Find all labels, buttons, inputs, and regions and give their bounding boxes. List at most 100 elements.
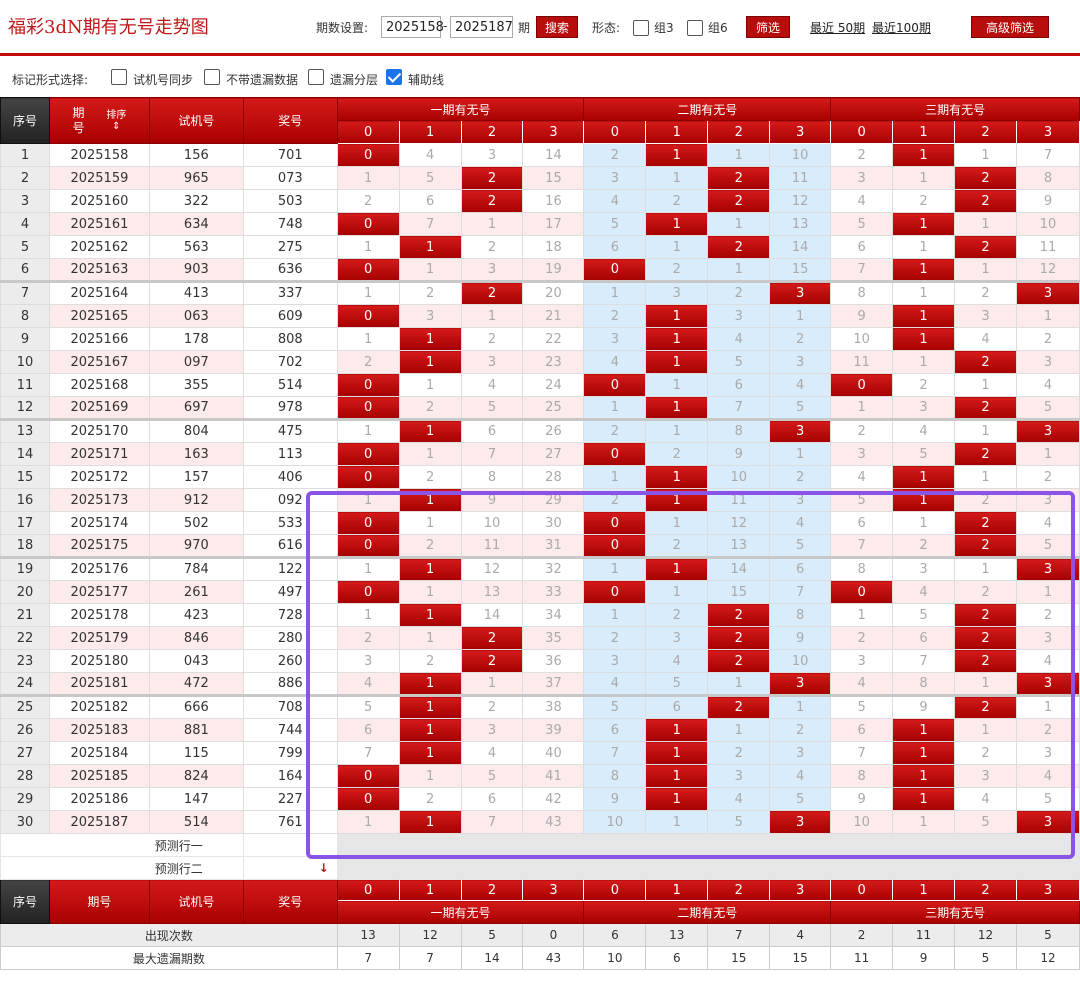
- prediction-cell[interactable]: [892, 833, 956, 857]
- guide-line-checkbox[interactable]: [386, 69, 402, 85]
- omit-cell: 1: [645, 235, 709, 259]
- prediction-cell[interactable]: [583, 856, 647, 880]
- omit-cell: 39: [522, 718, 585, 742]
- table-row: 14 2025171 163 113 0 1 7 27 0 2 9 1 3 5 2 1: [0, 442, 1080, 466]
- omit-cell: 23: [522, 350, 585, 374]
- omit-cell: 1: [769, 304, 832, 328]
- omit-layer-label: 遗漏分层: [330, 73, 379, 87]
- prediction-cell[interactable]: [336, 856, 400, 880]
- prediction-cell[interactable]: [707, 856, 771, 880]
- table-row: 16 2025173 912 092 1 1 9 29 2 1 11 3 5 1 2 3: [0, 488, 1080, 512]
- hit-cell: 2: [954, 442, 1017, 466]
- period-cell: 2025158: [48, 143, 150, 167]
- prize-number-cell: 275: [242, 235, 338, 259]
- omit-cell: 1: [707, 258, 771, 282]
- prediction-cell[interactable]: [460, 833, 524, 857]
- omit-cell: 9: [769, 626, 832, 650]
- prediction-cell[interactable]: [892, 856, 956, 880]
- seq-cell: 28: [0, 764, 50, 788]
- down-arrow-icon[interactable]: ↓: [319, 861, 329, 875]
- recent-100-link[interactable]: 最近100期: [872, 19, 931, 36]
- omit-cell: 2: [645, 603, 709, 627]
- prediction-cell[interactable]: [1015, 856, 1080, 880]
- omit-cell: 5: [583, 212, 647, 236]
- omit-cell: 9: [460, 488, 524, 512]
- omit-cell: 5: [892, 603, 956, 627]
- group6-label: 组6: [708, 21, 728, 35]
- top-toolbar: 福彩3dN期有无号走势图 期数设置: 2025158 - 2025187 期 搜…: [0, 0, 1080, 56]
- prize-number-cell: 799: [242, 741, 338, 765]
- table-row: 4 2025161 634 748 0 7 1 17 5 1 1 13 5 1 1 10: [0, 212, 1080, 236]
- hit-cell: 3: [1015, 810, 1080, 834]
- omit-cell: 3: [707, 764, 771, 788]
- omit-cell: 33: [522, 580, 585, 604]
- hit-cell: 2: [954, 350, 1017, 374]
- stats-value: 12: [954, 923, 1017, 947]
- omit-cell: 5: [1015, 787, 1080, 811]
- prediction-cell[interactable]: [336, 833, 400, 857]
- filter-button[interactable]: 筛选: [746, 16, 790, 38]
- omit-cell: 40: [522, 741, 585, 765]
- digit-header: 3: [522, 879, 585, 901]
- prediction-cell[interactable]: [769, 856, 832, 880]
- digit-header: 0: [583, 879, 647, 901]
- omit-cell: 14: [522, 143, 585, 167]
- prediction-cell[interactable]: [830, 833, 894, 857]
- prediction-cell[interactable]: [645, 856, 709, 880]
- period-cell: 2025166: [48, 327, 150, 351]
- trial-number-cell: 666: [148, 694, 244, 719]
- group6-checkbox[interactable]: [687, 20, 703, 36]
- seq-cell: 12: [0, 396, 50, 420]
- table-row: 25 2025182 666 708 5 1 2 38 5 6 2 1 5 9 2 1: [0, 694, 1080, 719]
- omit-cell: 8: [583, 764, 647, 788]
- stats-row: 出现次数 13 12 5 0 6 13 7 4 2 11 12 5: [0, 923, 1080, 947]
- prediction-cell[interactable]: [954, 833, 1017, 857]
- prediction-cell[interactable]: [645, 833, 709, 857]
- recent-50-link[interactable]: 最近 50期: [810, 19, 865, 36]
- period-cell: 2025159: [48, 166, 150, 190]
- prediction-prize-cell[interactable]: ↓: [242, 856, 338, 880]
- period-cell: 2025171: [48, 442, 150, 466]
- hit-cell: 2: [460, 280, 524, 305]
- hit-cell: 0: [336, 511, 400, 535]
- prize-number-cell: 744: [242, 718, 338, 742]
- omit-cell: 35: [522, 626, 585, 650]
- period-cell: 2025175: [48, 534, 150, 558]
- prediction-cell[interactable]: [707, 833, 771, 857]
- omit-cell: 4: [398, 143, 462, 167]
- period-to-input[interactable]: 2025187: [450, 16, 513, 38]
- advanced-filter-button[interactable]: 高级筛选: [971, 16, 1049, 38]
- prediction-cell[interactable]: [954, 856, 1017, 880]
- omit-cell: 3: [769, 350, 832, 374]
- prediction-cell[interactable]: [398, 833, 462, 857]
- prediction-cell[interactable]: [398, 856, 462, 880]
- prediction-cell[interactable]: [1015, 833, 1080, 857]
- hit-cell: 1: [892, 488, 956, 512]
- omit-layer-checkbox[interactable]: [308, 69, 324, 85]
- seq-cell: 23: [0, 649, 50, 673]
- omit-cell: 1: [336, 556, 400, 581]
- omit-cell: 1: [954, 718, 1017, 742]
- trial-number-cell: 970: [148, 534, 244, 558]
- omit-cell: 5: [954, 810, 1017, 834]
- period-cell: 2025181: [48, 672, 150, 696]
- omit-cell: 1: [954, 672, 1017, 696]
- sort-control[interactable]: 排序 ⇕: [106, 110, 126, 132]
- table-row: 22 2025179 846 280 2 1 2 35 2 3 2 9 2 6 2 3: [0, 626, 1080, 650]
- trial-sync-checkbox[interactable]: [111, 69, 127, 85]
- prediction-cell[interactable]: [460, 856, 524, 880]
- prediction-cell[interactable]: [583, 833, 647, 857]
- digit-header: 1: [892, 879, 956, 901]
- prediction-cell[interactable]: [522, 856, 585, 880]
- omit-cell: 31: [522, 534, 585, 558]
- no-omit-data-checkbox[interactable]: [204, 69, 220, 85]
- period-header[interactable]: 期号 排序 ⇕: [48, 97, 150, 144]
- period-cell: 2025163: [48, 258, 150, 282]
- search-button[interactable]: 搜索: [536, 16, 578, 38]
- prediction-cell[interactable]: [830, 856, 894, 880]
- prediction-cell[interactable]: [522, 833, 585, 857]
- prediction-cell[interactable]: [769, 833, 832, 857]
- period-from-input[interactable]: 2025158: [381, 16, 444, 38]
- prediction-prize-cell[interactable]: [242, 833, 338, 857]
- group3-checkbox[interactable]: [633, 20, 649, 36]
